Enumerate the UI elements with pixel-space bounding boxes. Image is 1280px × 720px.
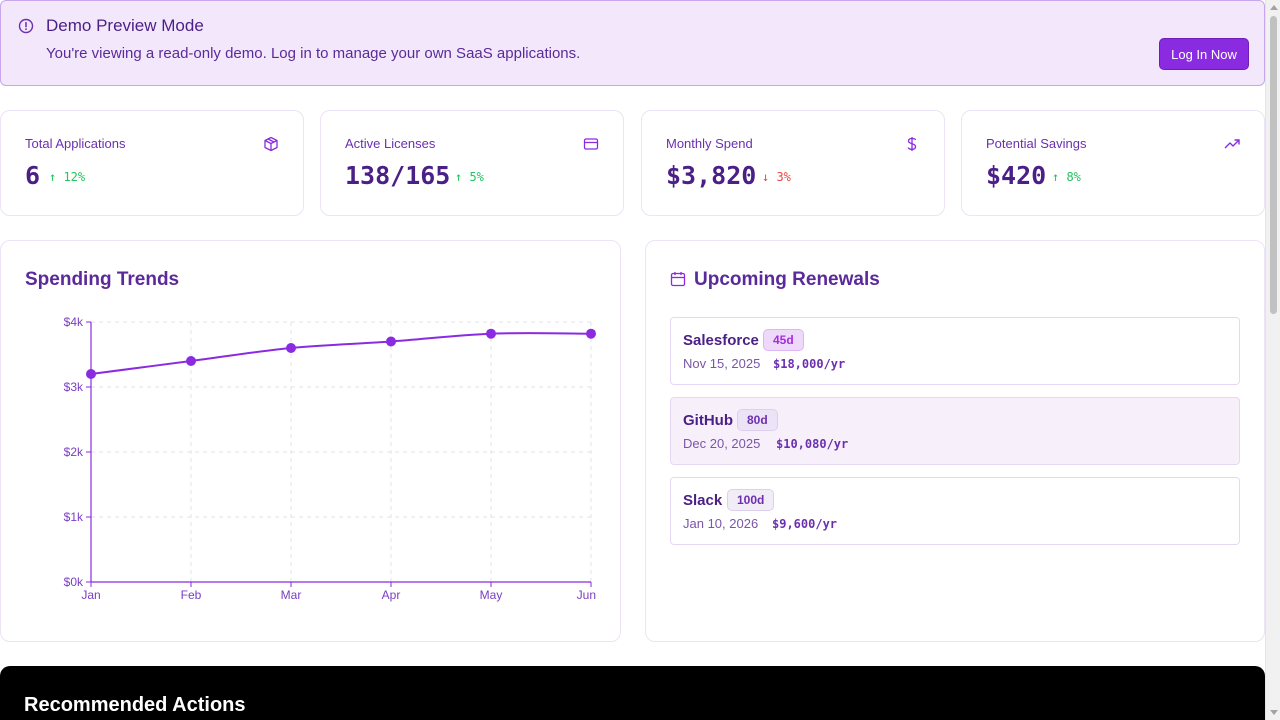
renewal-item-slack[interactable]: Slack 100d Jan 10, 2026 $9,600/yr bbox=[670, 477, 1240, 545]
renewal-date: Jan 10, 2026 bbox=[683, 516, 759, 531]
stat-card-potential-savings: Potential Savings $420 ↑ 8% bbox=[961, 110, 1265, 216]
stat-label: Potential Savings bbox=[986, 136, 1087, 151]
renewal-item-salesforce[interactable]: Salesforce 45d Nov 15, 2025 $18,000/yr bbox=[670, 317, 1240, 385]
renewal-amount: $10,080/yr bbox=[776, 437, 849, 451]
y-tick-label: $4k bbox=[64, 315, 84, 329]
stat-label: Monthly Spend bbox=[666, 136, 753, 151]
x-tick-label: Jan bbox=[81, 588, 100, 602]
page-scrollbar[interactable] bbox=[1265, 0, 1280, 720]
banner-description: You're viewing a read-only demo. Log in … bbox=[46, 45, 581, 62]
renewal-days-badge: 100d bbox=[727, 489, 775, 511]
x-tick-label: Mar bbox=[281, 588, 302, 602]
stat-card-monthly-spend: Monthly Spend $3,820 ↓ 3% bbox=[641, 110, 945, 216]
dashboard-page: Demo Preview Mode You're viewing a read-… bbox=[0, 0, 1265, 720]
renewal-amount: $18,000/yr bbox=[773, 357, 846, 371]
credit-card-icon bbox=[583, 138, 599, 150]
spend-data-point bbox=[86, 369, 96, 379]
upcoming-renewals-panel: Upcoming Renewals Salesforce 45d Nov 15,… bbox=[645, 240, 1265, 642]
stat-card-active-licenses: Active Licenses 138/165 ↑ 5% bbox=[320, 110, 624, 216]
stat-delta-value: 5% bbox=[469, 170, 484, 184]
trending-up-icon bbox=[1224, 139, 1240, 149]
spend-data-point bbox=[286, 343, 296, 353]
recommended-actions-title: Recommended Actions bbox=[24, 694, 246, 716]
scrollbar-thumb[interactable] bbox=[1270, 16, 1277, 314]
stat-delta-value: 8% bbox=[1066, 170, 1081, 184]
spending-trends-panel: Spending Trends $0k $1k $2k $3k $4k Jan Feb Mar… bbox=[0, 240, 621, 642]
spend-data-point bbox=[386, 336, 396, 347]
stat-value: $420 bbox=[986, 161, 1047, 190]
y-tick-label: $1k bbox=[64, 510, 84, 524]
spend-data-point bbox=[186, 356, 196, 366]
y-tick-label: $0k bbox=[64, 575, 84, 589]
stat-delta: ↑ 12% bbox=[49, 170, 86, 184]
stat-value: 138/165 bbox=[345, 161, 451, 190]
x-tick-label: Feb bbox=[181, 588, 202, 602]
banner-title: Demo Preview Mode bbox=[46, 16, 204, 35]
spend-data-point bbox=[586, 328, 596, 339]
stat-delta: ↑ 8% bbox=[1052, 170, 1081, 184]
calendar-icon bbox=[670, 272, 686, 287]
stat-card-total-applications: Total Applications 6 ↑ 12% bbox=[0, 110, 304, 216]
renewal-date: Dec 20, 2025 bbox=[683, 436, 761, 451]
y-tick-label: $3k bbox=[64, 380, 84, 394]
stat-label: Total Applications bbox=[25, 136, 126, 151]
alert-circle-icon bbox=[18, 18, 34, 34]
cube-icon bbox=[264, 136, 278, 152]
renewal-name: Salesforce bbox=[683, 332, 759, 349]
stat-delta: ↑ 5% bbox=[455, 170, 484, 184]
log-in-button[interactable]: Log In Now bbox=[1159, 38, 1249, 70]
upcoming-renewals-title: Upcoming Renewals bbox=[694, 269, 880, 290]
renewal-days-badge: 45d bbox=[763, 329, 804, 351]
renewal-date: Nov 15, 2025 bbox=[683, 356, 761, 371]
renewal-days-badge: 80d bbox=[737, 409, 778, 431]
x-tick-label: Jun bbox=[577, 588, 596, 602]
y-tick-label: $2k bbox=[64, 445, 84, 459]
stat-value: $3,820 bbox=[666, 161, 757, 190]
dollar-icon bbox=[907, 137, 917, 151]
x-tick-label: May bbox=[480, 588, 503, 602]
spend-data-point bbox=[486, 328, 496, 339]
demo-banner: Demo Preview Mode You're viewing a read-… bbox=[0, 0, 1265, 86]
stat-delta: ↓ 3% bbox=[762, 170, 791, 184]
scroll-down-arrow-icon[interactable] bbox=[1270, 710, 1278, 715]
renewal-amount: $9,600/yr bbox=[772, 517, 838, 531]
stat-label: Active Licenses bbox=[345, 136, 436, 151]
spend-series-line bbox=[90, 332, 592, 375]
spending-chart: $0k $1k $2k $3k $4k Jan Feb Mar Apr May Jun bbox=[64, 315, 596, 602]
stat-value: 6 bbox=[25, 161, 41, 190]
x-tick-label: Apr bbox=[382, 588, 401, 602]
renewal-name: GitHub bbox=[683, 412, 733, 429]
scroll-up-arrow-icon[interactable] bbox=[1270, 5, 1278, 10]
stat-delta-value: 12% bbox=[63, 170, 86, 184]
renewal-item-github[interactable]: GitHub 80d Dec 20, 2025 $10,080/yr bbox=[670, 397, 1240, 465]
renewal-name: Slack bbox=[683, 492, 723, 509]
stat-delta-value: 3% bbox=[776, 170, 791, 184]
recommended-actions-section: Recommended Actions bbox=[0, 666, 1265, 720]
